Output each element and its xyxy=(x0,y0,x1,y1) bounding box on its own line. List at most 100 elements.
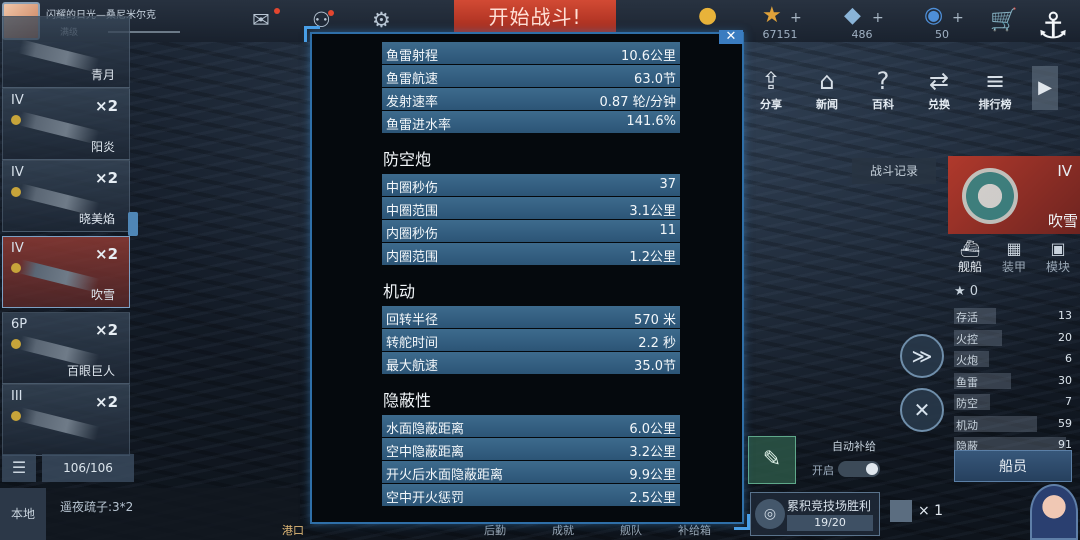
feature-label: 百科 xyxy=(872,98,894,111)
ship-card[interactable]: IV ×2 吹雪 xyxy=(2,236,130,308)
stat-label: 鱼雷 xyxy=(956,375,978,389)
rank-chevron-icon[interactable]: ≫ xyxy=(900,334,944,378)
feature-label: 兑换 xyxy=(928,98,950,111)
nav-item[interactable]: 后勤 xyxy=(484,522,506,538)
add-resource-icon[interactable]: + xyxy=(790,10,802,26)
fuel-drop-icon: ◉ xyxy=(924,3,944,28)
stat-detail-label: 中圈秒伤 xyxy=(386,181,439,196)
ship-list-scrollbar[interactable] xyxy=(128,212,138,236)
feature-0[interactable]: ⇪ 分享 xyxy=(746,64,796,120)
stat-detail-value: 11 xyxy=(659,223,676,238)
start-battle-button[interactable]: 开始战斗! xyxy=(454,0,616,34)
feature-label: 新闻 xyxy=(816,98,838,111)
rank-badge-icon xyxy=(11,411,21,421)
feature-3[interactable]: ⇄ 兑换 xyxy=(914,64,964,120)
stat-value: 7 xyxy=(1065,395,1072,408)
mail-icon[interactable]: ✉ xyxy=(252,9,270,31)
stat-detail-value: 63.0节 xyxy=(634,72,676,87)
anchor-logo-icon[interactable]: ⚓ xyxy=(1028,0,1078,54)
stat-label: 火炮 xyxy=(956,354,978,367)
ship-stat-list: 存活 13 火控 20 火炮 6 鱼雷 30 防空 7 机动 59 隐蔽 91 xyxy=(954,306,1078,457)
arena-progress-panel[interactable]: ◎ 累积竞技场胜利 19/20 xyxy=(750,492,880,536)
ship-stats-modal: 鱼雷射程 10.6公里 鱼雷航速 63.0节 发射速率 0.87 轮/分钟 鱼雷进水率 141… xyxy=(310,32,744,524)
stat-detail-row: 内圈范围 1.2公里 xyxy=(382,243,680,266)
scroll-right-arrow-icon[interactable]: ▶ xyxy=(1032,66,1058,110)
captain-avatar[interactable] xyxy=(1030,484,1078,540)
arena-reward[interactable]: × 1 xyxy=(890,500,943,522)
list-menu-icon[interactable]: ☰ xyxy=(2,454,36,482)
tab-module[interactable]: ▣ 模块 xyxy=(1038,238,1078,278)
ship-emblem-icon xyxy=(962,168,1018,224)
stat-detail-row: 鱼雷航速 63.0节 xyxy=(382,65,680,88)
tab-armor[interactable]: ▦ 装甲 xyxy=(994,238,1034,278)
supply-icon[interactable]: ✎ xyxy=(748,436,796,484)
resource-value: 67151 xyxy=(762,28,798,41)
ship-stars: ★ 0 xyxy=(954,284,978,299)
stat-value: 20 xyxy=(1058,330,1072,344)
gold-coin-icon: ● xyxy=(698,3,718,28)
nav-item[interactable]: 补给箱 xyxy=(678,522,711,538)
stat-detail-value: 37 xyxy=(659,177,676,192)
resource-fuel-drop[interactable]: ◉ 50 + xyxy=(912,3,972,42)
feature-1[interactable]: ⌂ 新闻 xyxy=(802,64,852,120)
auto-supply-title: 自动补给 xyxy=(832,440,876,453)
ship-card-count: ×2 xyxy=(95,393,119,411)
tab-ship-label: 舰船 xyxy=(957,260,982,274)
stat-detail-row: 回转半径 570 米 xyxy=(382,306,680,329)
feature-icon: ⇄ xyxy=(928,67,950,95)
ship-card[interactable]: IV ×2 晓美焰 xyxy=(2,160,130,232)
stat-detail-label: 鱼雷航速 xyxy=(386,72,439,87)
battle-log-button[interactable]: 战斗记录 xyxy=(852,158,936,184)
mail-notification-dot xyxy=(274,8,280,14)
ship-card[interactable]: III ×2 xyxy=(2,384,130,456)
stat-value: 6 xyxy=(1065,352,1072,365)
crew-button[interactable]: 船员 xyxy=(954,450,1072,482)
ship-card-name: 吹雪 xyxy=(90,288,115,302)
stat-detail-row: 发射速率 0.87 轮/分钟 xyxy=(382,88,680,111)
resource-diamond[interactable]: ◆ 486 + xyxy=(832,4,892,42)
ship-card[interactable]: 6P ×2 百眼巨人 xyxy=(2,312,130,384)
tab-module-label: 模块 xyxy=(1045,260,1070,274)
armor-icon: ▦ xyxy=(1006,239,1022,258)
ship-banner[interactable]: IV 吹雪 xyxy=(948,156,1080,234)
stat-detail-value: 3.1公里 xyxy=(629,204,676,219)
stat-value: 59 xyxy=(1058,416,1072,430)
nav-item[interactable]: 成就 xyxy=(552,522,574,538)
stat-row: 火炮 6 xyxy=(954,349,1078,371)
feature-2[interactable]: ? 百科 xyxy=(858,64,908,120)
add-resource-icon[interactable]: + xyxy=(952,10,964,26)
resource-star[interactable]: ★ 67151 + xyxy=(750,4,810,42)
stats-content[interactable]: 鱼雷射程 10.6公里 鱼雷航速 63.0节 发射速率 0.87 轮/分钟 鱼雷进水率 141… xyxy=(382,42,680,507)
stat-detail-row: 空中隐蔽距离 3.2公里 xyxy=(382,438,680,461)
detail-tabs: ⛴ 舰船 ▦ 装甲 ▣ 模块 xyxy=(948,238,1080,278)
reward-count: × 1 xyxy=(918,503,944,519)
close-icon[interactable]: ✕ xyxy=(719,30,743,44)
stat-detail-row: 内圈秒伤 11 xyxy=(382,220,680,243)
stat-detail-row: 水面隐蔽距离 6.0公里 xyxy=(382,415,680,438)
stat-detail-row: 鱼雷进水率 141.6% xyxy=(382,111,680,134)
ship-card[interactable]: 青月 xyxy=(2,16,130,88)
settings-gear-icon[interactable]: ⚙ xyxy=(372,9,391,31)
chat-message: 遥夜疏子:3*2 xyxy=(60,500,134,514)
shop-cart-icon[interactable]: 🛒 xyxy=(990,8,1017,33)
arena-icon: ◎ xyxy=(755,499,785,529)
feature-icon: ? xyxy=(876,67,890,95)
tab-ship[interactable]: ⛴ 舰船 xyxy=(950,238,990,278)
dock-capacity[interactable]: 106/106 xyxy=(42,454,134,482)
section-title: 防空炮 xyxy=(383,150,432,169)
ship-card[interactable]: IV ×2 阳炎 xyxy=(2,88,130,160)
rank-badge-icon xyxy=(11,263,21,273)
ship-silhouette-icon xyxy=(18,259,100,293)
feature-label: 分享 xyxy=(760,98,782,111)
nav-item[interactable]: 舰队 xyxy=(620,522,642,538)
chat-channel[interactable]: 本地 xyxy=(0,488,46,540)
ship-name: 吹雪 xyxy=(1047,212,1078,230)
ship-card-tier: IV xyxy=(11,165,24,180)
repair-tools-icon[interactable]: ✕ xyxy=(900,388,944,432)
nav-item[interactable]: 港口 xyxy=(282,522,304,538)
feature-4[interactable]: ≡ 排行榜 xyxy=(970,64,1020,120)
add-resource-icon[interactable]: + xyxy=(872,10,884,26)
feature-icon: ⌂ xyxy=(819,67,835,95)
auto-supply-toggle[interactable] xyxy=(838,461,880,477)
chat-bar[interactable]: 本地 遥夜疏子:3*2 xyxy=(0,488,300,540)
